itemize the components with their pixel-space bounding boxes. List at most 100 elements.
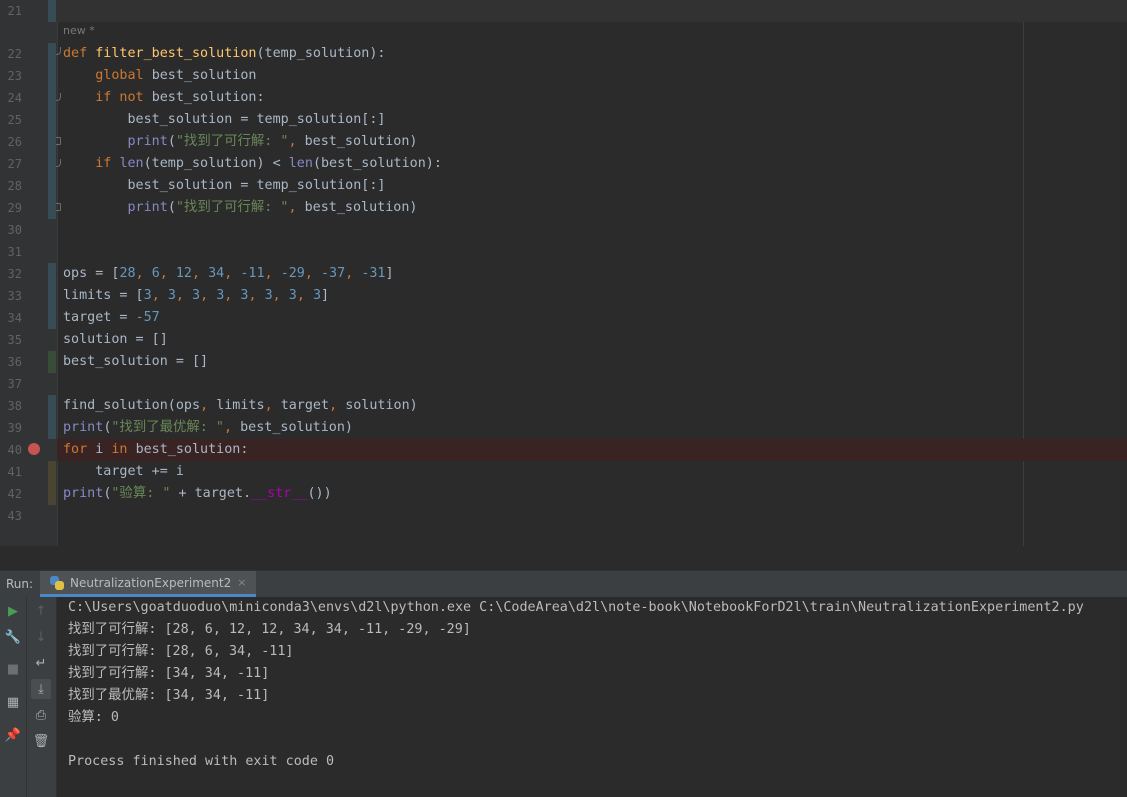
code-token: "验算: " — [111, 486, 171, 501]
code-line[interactable]: best_solution = temp_solution[:] — [63, 175, 385, 197]
current-line-highlight — [57, 0, 1127, 22]
line-number: 30 — [7, 223, 22, 237]
inlay-hint: new * — [63, 24, 95, 37]
code-line[interactable]: best_solution = [] — [63, 351, 208, 373]
stop-icon[interactable]: ■ — [3, 659, 23, 679]
code-token: best_solution = temp_solution[:] — [63, 178, 386, 193]
line-number: 36 — [7, 355, 22, 369]
code-token: len — [288, 156, 313, 171]
code-line[interactable]: print("找到了可行解: ", best_solution) — [63, 197, 418, 219]
vcs-change-marker[interactable] — [48, 395, 56, 439]
run-tab-label: NeutralizationExperiment2 — [70, 575, 232, 590]
soft-wrap-icon[interactable]: ↵ — [31, 653, 51, 673]
code-token: solution) — [345, 398, 418, 413]
run-label: Run: — [6, 577, 34, 591]
code-line[interactable]: limits = [3, 3, 3, 3, 3, 3, 3, 3] — [63, 285, 329, 307]
code-token: 3 — [264, 288, 273, 303]
code-token: solution = [] — [63, 332, 168, 347]
code-token: , — [248, 288, 265, 303]
console-output-line: Process finished with exit code 0 — [68, 754, 335, 769]
code-token: -57 — [135, 310, 160, 325]
code-token: find_solution(ops — [63, 398, 201, 413]
breakpoint-icon[interactable] — [28, 443, 40, 455]
code-token: + target. — [170, 486, 252, 501]
code-line[interactable]: global best_solution — [63, 65, 256, 87]
code-line[interactable]: print("验算: " + target.__str__()) — [63, 483, 332, 505]
code-token: "找到了最优解: " — [111, 420, 224, 435]
line-number: 27 — [7, 157, 22, 171]
vcs-change-marker[interactable] — [48, 263, 56, 329]
code-token: best_solution) — [304, 134, 418, 149]
code-token: ( — [167, 200, 176, 215]
run-toolwindow-header: Run: NeutralizationExperiment2 × — [0, 570, 1127, 597]
code-token: -31 — [361, 266, 386, 281]
code-token: -29 — [280, 266, 305, 281]
wrench-icon[interactable]: 🔧 — [3, 627, 23, 647]
code-token: , — [223, 420, 241, 435]
code-token: 3 — [143, 288, 152, 303]
print-icon[interactable]: ⎙ — [31, 705, 51, 725]
scroll-to-end-icon[interactable]: ⤓ — [31, 679, 51, 699]
line-number: 43 — [7, 509, 22, 523]
code-token: , — [296, 288, 313, 303]
scroll-up-icon[interactable]: ↑ — [31, 601, 51, 621]
run-tab[interactable]: NeutralizationExperiment2 × — [40, 571, 257, 597]
line-number: 29 — [7, 201, 22, 215]
line-number: 37 — [7, 377, 22, 391]
code-token: print — [63, 486, 104, 501]
code-token: (temp_solution) < — [143, 156, 289, 171]
code-token: print — [63, 420, 104, 435]
code-token: , — [345, 266, 362, 281]
code-line[interactable]: find_solution(ops, limits, target, solut… — [63, 395, 418, 417]
vcs-change-marker[interactable] — [48, 461, 56, 505]
code-token: 28 — [119, 266, 136, 281]
code-token: for — [63, 442, 96, 457]
code-line[interactable]: print("找到了可行解: ", best_solution) — [63, 131, 418, 153]
code-line[interactable]: if len(temp_solution) < len(best_solutio… — [63, 153, 442, 175]
code-token: , — [192, 266, 209, 281]
code-line[interactable]: ops = [28, 6, 12, 34, -11, -29, -37, -31… — [63, 263, 394, 285]
trash-icon[interactable]: 🗑 — [31, 731, 51, 751]
line-number: 42 — [7, 487, 22, 501]
code-line[interactable]: for i in best_solution: — [63, 439, 248, 461]
code-token: , — [272, 288, 289, 303]
vcs-change-marker[interactable] — [48, 0, 56, 22]
code-token: 3 — [192, 288, 201, 303]
code-token: filter_best_solution — [95, 46, 257, 61]
console-output-line: 找到了可行解: [28, 6, 34, -11] — [68, 644, 294, 659]
line-number: 23 — [7, 69, 22, 83]
code-token: , — [175, 288, 192, 303]
close-icon[interactable]: × — [237, 576, 246, 589]
vcs-change-marker[interactable] — [48, 351, 56, 373]
code-token: target — [280, 398, 330, 413]
code-line[interactable]: target += i — [63, 461, 184, 483]
code-line[interactable]: if not best_solution: — [63, 87, 265, 109]
code-token: best_solution) — [240, 420, 353, 435]
code-line[interactable]: print("找到了最优解: ", best_solution) — [63, 417, 353, 439]
code-line[interactable]: def filter_best_solution(temp_solution): — [63, 43, 386, 65]
scroll-down-icon[interactable]: ↓ — [31, 627, 51, 647]
code-token: len — [119, 156, 144, 171]
pin-icon[interactable]: 📌 — [3, 725, 23, 745]
code-line[interactable]: best_solution = temp_solution[:] — [63, 109, 385, 131]
line-number: 24 — [7, 91, 22, 105]
code-token: , — [159, 266, 176, 281]
line-number: 40 — [7, 443, 22, 457]
line-number: 25 — [7, 113, 22, 127]
code-line[interactable]: solution = [] — [63, 329, 168, 351]
code-token: best_solution: — [151, 90, 265, 105]
code-token: 3 — [288, 288, 297, 303]
layout-icon[interactable]: ▦ — [3, 692, 23, 712]
console-command-line: C:\Users\goatduoduo\miniconda3\envs\d2l\… — [68, 600, 1084, 615]
rerun-icon[interactable]: ▶ — [3, 601, 23, 621]
vcs-change-marker[interactable] — [48, 43, 56, 219]
python-icon — [50, 575, 64, 590]
code-token: limits = [ — [63, 288, 144, 303]
code-editor[interactable]: new * def filter_best_solution(temp_solu… — [0, 0, 1127, 546]
code-line[interactable]: target = -57 — [63, 307, 160, 329]
line-number: 38 — [7, 399, 22, 413]
code-token: , — [151, 288, 168, 303]
